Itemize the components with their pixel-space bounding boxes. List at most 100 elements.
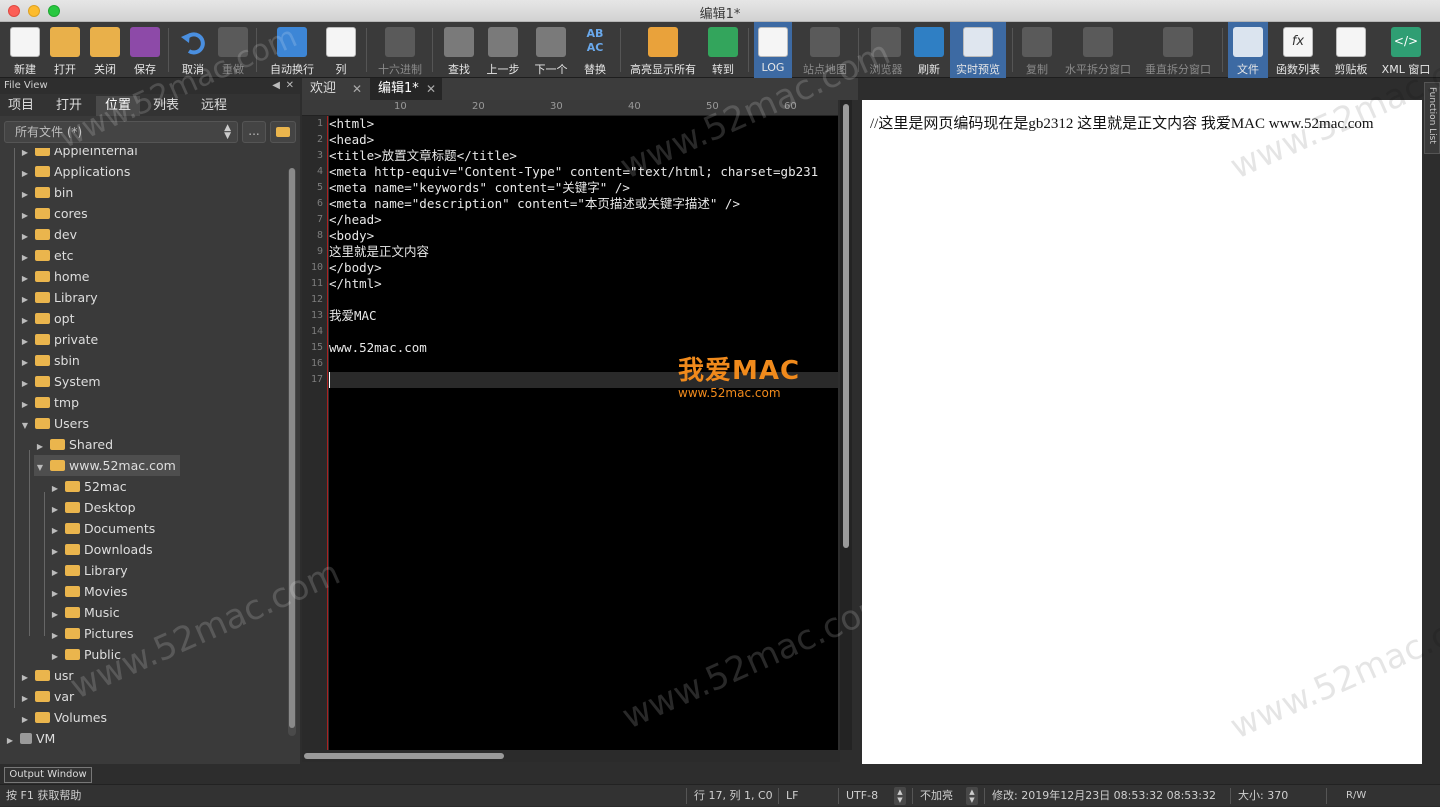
function-list-button[interactable]: fx 函数列表 [1276,22,1320,78]
tab-project[interactable]: 项目 [0,96,42,116]
location-select[interactable]: 所有文件 (*) ▲ ▼ [4,121,238,143]
find-prev-button[interactable]: 上一步 [486,22,520,78]
tree-item[interactable]: ▶ Downloads [49,539,153,560]
tree-scroll-thumb[interactable] [289,168,295,728]
tree-item[interactable]: ▶ Movies [49,581,128,602]
tree-item[interactable]: ▶ var [19,686,74,707]
disclosure-closed-icon[interactable]: ▶ [19,184,31,205]
tree-item[interactable]: ▶ Documents [49,518,155,539]
disclosure-closed-icon[interactable]: ▶ [19,688,31,709]
new-button[interactable]: 新建 [8,22,42,78]
tree-scrollbar[interactable] [288,168,296,736]
disclosure-closed-icon[interactable]: ▶ [19,310,31,331]
tree-item[interactable]: ▶ Pictures [49,623,134,644]
folder-button[interactable] [270,121,296,143]
highlight-all-button[interactable]: 高亮显示所有 [630,22,696,78]
tree-item[interactable]: ▶ VM [4,728,55,749]
tab-location[interactable]: 位置 [96,96,140,116]
copy-button[interactable]: 复制 [1020,22,1054,78]
goto-button[interactable]: 转到 [706,22,740,78]
tab-close-icon[interactable]: ✕ [352,78,362,100]
xml-window-button[interactable]: </> XML 窗口 [1382,22,1430,78]
column-button[interactable]: 列 [324,22,358,78]
panel-close-icon[interactable]: ✕ [286,78,294,94]
disclosure-closed-icon[interactable]: ▶ [4,730,16,751]
disclosure-closed-icon[interactable]: ▶ [49,541,61,562]
status-eol[interactable]: LF [786,785,798,807]
tree-item[interactable]: ▼ Users [19,413,89,434]
disclosure-closed-icon[interactable]: ▶ [19,289,31,310]
editor-hscroll-thumb[interactable] [304,753,504,759]
log-button[interactable]: LOG [754,22,792,78]
tree-item[interactable]: ▶ cores [19,203,88,224]
editor-horizontal-scrollbar[interactable] [302,750,840,762]
disclosure-closed-icon[interactable]: ▶ [19,247,31,268]
tab-edit1[interactable]: 编辑1* ✕ [370,78,442,100]
browser-button[interactable]: 浏览器 [868,22,904,78]
hex-button[interactable]: 十六进制 [378,22,422,78]
status-encoding[interactable]: UTF-8 [846,785,878,807]
editor-vertical-scrollbar[interactable] [840,100,852,750]
tree-item[interactable]: ▶ Library [19,287,98,308]
tree-item[interactable]: ▶ 52mac [49,476,127,497]
disclosure-closed-icon[interactable]: ▶ [19,373,31,394]
disclosure-closed-icon[interactable]: ▶ [49,499,61,520]
disclosure-closed-icon[interactable]: ▶ [19,205,31,226]
file-panel-button[interactable]: 文件 [1228,22,1268,78]
disclosure-closed-icon[interactable]: ▶ [19,163,31,184]
status-highlight[interactable]: 不加亮 [920,785,953,807]
tree-item[interactable]: ▶ private [19,329,98,350]
save-button[interactable]: 保存 [128,22,162,78]
disclosure-closed-icon[interactable]: ▶ [19,352,31,373]
highlight-stepper-icon[interactable]: ▲ ▼ [966,787,978,805]
tree-item[interactable]: ▼ www.52mac.com [34,455,180,476]
tree-item[interactable]: ▶ opt [19,308,75,331]
tree-item[interactable]: ▶ System [19,371,101,392]
vsplit-button[interactable]: 垂直拆分窗口 [1145,22,1211,78]
disclosure-open-icon[interactable]: ▼ [19,415,31,436]
find-next-button[interactable]: 下一个 [534,22,568,78]
code-editor[interactable]: <html> <head> <title>放置文章标题</title> <meta h… [329,116,838,750]
tree-item[interactable]: ▶ Applications [19,161,130,182]
disclosure-closed-icon[interactable]: ▶ [19,226,31,247]
disclosure-closed-icon[interactable]: ▶ [49,583,61,604]
tree-item[interactable]: ▶ Shared [34,434,113,455]
clipboard-button[interactable]: 剪贴板 [1332,22,1370,78]
tree-item[interactable]: ▶ home [19,266,90,289]
editor-scroll-thumb[interactable] [843,104,849,548]
refresh-button[interactable]: 刷新 [912,22,946,78]
tree-item[interactable]: ▶ Desktop [49,497,136,518]
replace-button[interactable]: AB AC 替换 [578,22,612,78]
tab-remote[interactable]: 远程 [192,96,236,116]
tree-item[interactable]: ▶ sbin [19,350,80,371]
redo-button[interactable]: 重做 [216,22,250,78]
close-button[interactable]: 关闭 [88,22,122,78]
disclosure-closed-icon[interactable]: ▶ [49,562,61,583]
tree-item[interactable]: ▶ etc [19,245,74,268]
tree-item[interactable]: ▶ Music [49,602,120,623]
disclosure-closed-icon[interactable]: ▶ [49,604,61,625]
hsplit-button[interactable]: 水平拆分窗口 [1065,22,1131,78]
disclosure-open-icon[interactable]: ▼ [34,457,46,478]
tree-item[interactable]: ▶ tmp [19,392,79,413]
browse-button[interactable]: ... [242,121,266,143]
disclosure-closed-icon[interactable]: ▶ [34,436,46,457]
tab-open[interactable]: 打开 [48,96,90,116]
undo-button[interactable]: 取消 [176,22,210,78]
tree-item[interactable]: ▶ usr [19,665,74,686]
tab-welcome[interactable]: 欢迎 ✕ [302,78,368,100]
tree-item[interactable]: ▶ dev [19,224,77,245]
disclosure-closed-icon[interactable]: ▶ [19,667,31,688]
open-button[interactable]: 打开 [48,22,82,78]
status-rw[interactable]: R/W [1346,785,1366,807]
disclosure-closed-icon[interactable]: ▶ [49,478,61,499]
tab-list[interactable]: 列表 [144,96,188,116]
disclosure-closed-icon[interactable]: ▶ [19,394,31,415]
collapse-arrow-icon[interactable]: ◀ [272,78,280,94]
disclosure-closed-icon[interactable]: ▶ [49,520,61,541]
word-wrap-button[interactable]: 自动换行 [270,22,314,78]
disclosure-closed-icon[interactable]: ▶ [19,268,31,289]
function-list-tab[interactable]: Function List [1424,82,1440,154]
tree-item[interactable]: ▶ Public [49,644,121,665]
encoding-stepper-icon[interactable]: ▲ ▼ [894,787,906,805]
